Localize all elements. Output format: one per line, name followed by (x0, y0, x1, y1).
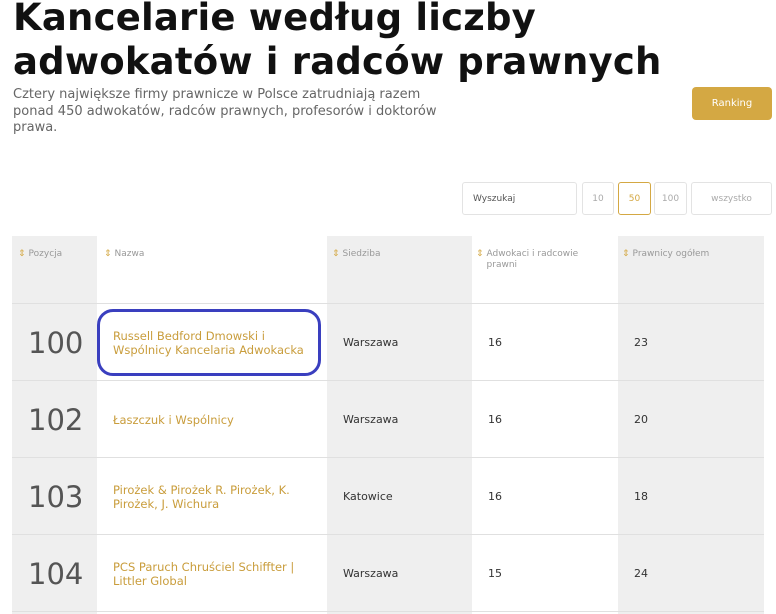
table-header: ⇕ Pozycja ⇕ Nazwa ⇕ Siedziba ⇕ Adwokaci i ra… (12, 236, 764, 304)
firm-name-link[interactable]: Pirożek & Pirożek R. Pirożek, K. Pirożek… (113, 458, 313, 535)
column-header-pozycja[interactable]: ⇕ Pozycja (18, 249, 62, 260)
page-size-50-button[interactable]: 50 (618, 182, 651, 215)
table-row: 102 Łaszczuk i Wspólnicy Warszawa 16 20 (12, 381, 764, 458)
sort-icon: ⇕ (332, 249, 340, 259)
row-total: 18 (634, 490, 648, 503)
row-city: Warszawa (343, 567, 399, 580)
row-city: Warszawa (343, 336, 399, 349)
page-size-10-button[interactable]: 10 (582, 182, 614, 215)
page-size-100-button[interactable]: 100 (654, 182, 687, 215)
page-size-all-button[interactable]: wszystko (691, 182, 772, 215)
row-total: 23 (634, 336, 648, 349)
ranking-button[interactable]: Ranking (692, 87, 772, 120)
firm-name-link[interactable]: PCS Paruch Chruściel Schiffter | Littler… (113, 535, 313, 612)
row-city: Warszawa (343, 413, 399, 426)
row-lawyers: 16 (488, 490, 502, 503)
column-header-siedziba[interactable]: ⇕ Siedziba (332, 249, 380, 260)
page-title: Kancelarie według liczby adwokatów i rad… (13, 0, 662, 83)
sort-icon: ⇕ (18, 249, 26, 259)
column-header-prawnicy[interactable]: ⇕ Prawnicy ogółem (622, 249, 709, 260)
row-position: 104 (28, 556, 84, 591)
table-row: 100 Russell Bedford Dmowski i Wspólnicy … (12, 304, 764, 381)
row-position: 100 (28, 325, 84, 360)
sort-icon: ⇕ (622, 249, 630, 259)
row-position: 102 (28, 402, 84, 437)
table-row: 104 PCS Paruch Chruściel Schiffter | Lit… (12, 535, 764, 612)
table-row: 103 Pirożek & Pirożek R. Pirożek, K. Pir… (12, 458, 764, 535)
column-header-adwokaci[interactable]: ⇕ Adwokaci i radcowie prawni (476, 249, 606, 271)
row-lawyers: 16 (488, 413, 502, 426)
row-lawyers: 15 (488, 567, 502, 580)
row-total: 20 (634, 413, 648, 426)
firm-name-link[interactable]: Łaszczuk i Wspólnicy (113, 381, 313, 458)
column-header-nazwa[interactable]: ⇕ Nazwa (104, 249, 144, 260)
sort-icon: ⇕ (476, 249, 484, 259)
firm-name-link[interactable]: Russell Bedford Dmowski i Wspólnicy Kanc… (113, 304, 313, 381)
page-subtitle: Cztery największe firmy prawnicze w Pols… (13, 87, 437, 135)
row-total: 24 (634, 567, 648, 580)
sort-icon: ⇕ (104, 249, 112, 259)
search-input[interactable]: Wyszukaj (462, 182, 577, 215)
row-position: 103 (28, 479, 84, 514)
row-city: Katowice (343, 490, 393, 503)
row-lawyers: 16 (488, 336, 502, 349)
